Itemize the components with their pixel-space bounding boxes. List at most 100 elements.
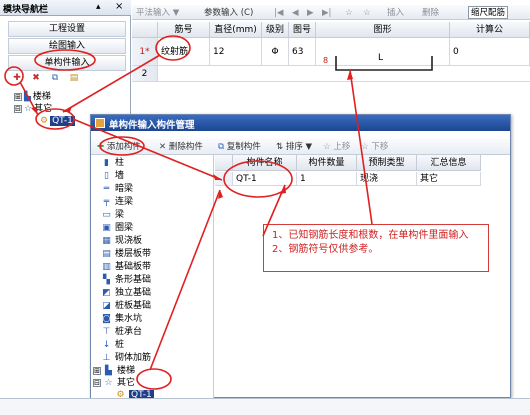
tree-node-isolated-foundation[interactable]: ◩ 独立基础: [101, 287, 151, 300]
stairs-icon: ▙: [24, 92, 31, 102]
tree-node-ring-beam[interactable]: ▣ 圈梁: [101, 222, 133, 235]
foundation-icon: ◩: [102, 288, 111, 298]
col-header-calc[interactable]: 计算公: [450, 22, 530, 38]
star-icon[interactable]: ☆: [345, 7, 353, 19]
arrow-up-icon: ☆: [323, 142, 331, 152]
delete-button[interactable]: 删除: [422, 7, 439, 19]
close-icon[interactable]: ×: [115, 1, 123, 12]
tree-node-floor-strip[interactable]: ▤ 楼层板带: [101, 248, 151, 261]
col-header-shape-no[interactable]: 图号: [289, 22, 316, 38]
nav-button-drawing-input[interactable]: 绘图输入: [8, 38, 126, 54]
insert-button[interactable]: 插入: [387, 7, 404, 19]
next-record-button[interactable]: ▶: [307, 7, 314, 19]
column-icon: ▮: [104, 158, 109, 168]
nav-button-single-component-input[interactable]: 单构件输入: [8, 55, 126, 71]
tree-node-pile-cap[interactable]: ⊤ 桩承台: [101, 326, 142, 339]
cell-component-name[interactable]: QT-1: [233, 172, 297, 186]
row-header-2[interactable]: 2: [132, 66, 158, 82]
copy-component-button[interactable]: ⧉ 复制构件: [218, 141, 261, 153]
shape-drawing: 8 L: [320, 52, 448, 76]
tree-node-other[interactable]: ⊟ ☆ 其它: [14, 103, 52, 115]
beam-icon: ▣: [102, 223, 111, 233]
move-up-button[interactable]: ☆ 上移: [323, 141, 350, 153]
sort-icon: ⇅: [276, 142, 284, 152]
nav-toolbar: ✚ ✖ ⧉ ▤: [10, 72, 130, 86]
sort-button[interactable]: ⇅ 排序 ▼: [276, 141, 312, 153]
tree-node-sump[interactable]: ◙ 集水坑: [101, 313, 142, 326]
cell-grade[interactable]: Φ: [262, 38, 289, 66]
shape-dimension-length[interactable]: L: [378, 53, 383, 63]
col-header-shape[interactable]: 图形: [316, 22, 450, 38]
col-header-component-count[interactable]: 构件数量: [297, 155, 357, 171]
tree-node-column[interactable]: ▮ 柱: [101, 157, 124, 170]
cell-shape-no[interactable]: 63: [289, 38, 316, 66]
tree-node-beam[interactable]: ▭ 梁: [101, 209, 124, 222]
tree-node-foundation-strip[interactable]: ▥ 基础板带: [101, 261, 151, 274]
arrow-down-icon: ☆: [361, 142, 369, 152]
tree-node-stairs[interactable]: ⊞ ▙ 楼梯: [14, 91, 51, 103]
col-header-grade[interactable]: 级别: [262, 22, 289, 38]
cell-diameter[interactable]: 12: [210, 38, 262, 66]
tree-node-masonry-rebar[interactable]: ⊥ 砌体加筋: [101, 352, 151, 365]
dialog-title: 单构件输入构件管理: [109, 120, 195, 131]
move-down-button[interactable]: ☆ 下移: [361, 141, 388, 153]
copy-icon[interactable]: ⧉: [48, 72, 62, 84]
foundation-icon: ◪: [102, 301, 111, 311]
delete-icon[interactable]: ✖: [29, 72, 43, 84]
copy-icon: ⧉: [218, 142, 225, 152]
first-record-button[interactable]: |◀: [274, 7, 283, 19]
nav-button-project-settings[interactable]: 工程设置: [8, 21, 126, 37]
tree-node-pile[interactable]: ↓ 桩: [101, 339, 124, 352]
paste-icon[interactable]: ▤: [67, 72, 81, 84]
delete-component-button[interactable]: ✕ 删除构件: [159, 141, 203, 153]
component-type-tree: ▮ 柱 ▯ 墙 ═ 暗梁 ╤ 连梁 ▭ 梁 ▣ 圈梁 ▦ 现浇板 ▤ 楼层板带 ▥ 基础板带 ▚ 条…: [91, 155, 214, 400]
collapse-icon[interactable]: ⊟: [14, 104, 22, 113]
cell-bar-name[interactable]: 纹射筋: [158, 38, 210, 66]
cell-precast-type[interactable]: 现浇: [357, 172, 417, 186]
col-header-component-name[interactable]: 构件名称: [233, 155, 297, 171]
main-toolbar: 平法输入 ▼ 参数输入 (C) |◀ ◀ ▶ ▶| ☆ ☆ 插入 删除 缩尺配筋: [132, 5, 530, 20]
expand-icon[interactable]: ⊞: [14, 92, 22, 101]
dialog-app-icon: [95, 118, 105, 128]
tree-node-pile-raft-foundation[interactable]: ◪ 桩板基础: [101, 300, 151, 313]
add-component-button[interactable]: ✚ 添加构件: [97, 141, 141, 153]
tree-node-wall[interactable]: ▯ 墙: [101, 170, 124, 183]
component-table: 构件名称 构件数量 预制类型 汇总信息 QT-1 1 现浇 其它: [215, 155, 510, 398]
flat-input-button[interactable]: 平法输入 ▼: [136, 7, 179, 19]
prev-record-button[interactable]: ◀: [292, 7, 299, 19]
row-header-1[interactable]: 1*: [132, 38, 158, 66]
tree-node-hidden-beam[interactable]: ═ 暗梁: [101, 183, 133, 196]
pin-icon[interactable]: ▴: [96, 2, 101, 12]
grid-corner: [132, 22, 158, 38]
last-record-button[interactable]: ▶|: [322, 7, 331, 19]
annotation-line-1: 1、已知钢筋长度和根数，在单构件里面输入: [272, 230, 469, 241]
shape-dimension-left[interactable]: 8: [323, 56, 328, 65]
tree-node-strip-foundation[interactable]: ▚ 条形基础: [101, 274, 151, 287]
scale-reinforcement-button[interactable]: 缩尺配筋: [468, 6, 509, 19]
tree-node-cast-slab[interactable]: ▦ 现浇板: [101, 235, 142, 248]
cell-component-count[interactable]: 1: [297, 172, 357, 186]
dialog-title-bar: 单构件输入构件管理: [91, 115, 510, 131]
col-header-bar-number[interactable]: 筋号: [158, 22, 210, 38]
param-input-button[interactable]: 参数输入 (C): [204, 7, 253, 19]
pile-icon: ↓: [102, 340, 111, 350]
hook-shape-svg: [335, 56, 433, 71]
tree-node-coupling-beam[interactable]: ╤ 连梁: [101, 196, 133, 209]
col-header-summary-info[interactable]: 汇总信息: [417, 155, 481, 171]
tree-node-qt1[interactable]: ⚙ QT-1: [40, 115, 75, 127]
expand-icon[interactable]: ⊞: [93, 367, 101, 375]
foundation-icon: ▚: [103, 275, 110, 285]
cell-summary-info[interactable]: 其它: [417, 172, 481, 186]
collapse-icon[interactable]: ⊟: [93, 379, 101, 387]
star-icon[interactable]: ☆: [363, 7, 371, 19]
add-icon[interactable]: ✚: [10, 72, 24, 84]
slab-icon: ▦: [102, 236, 111, 246]
beam-icon: ╤: [103, 197, 110, 207]
col-header-precast-type[interactable]: 预制类型: [357, 155, 417, 171]
col-header-diameter[interactable]: 直径(mm): [210, 22, 262, 38]
cell-calc[interactable]: 0: [450, 38, 530, 66]
row-header[interactable]: [215, 172, 233, 186]
pile-cap-icon: ⊤: [102, 327, 111, 337]
delete-icon: ✕: [159, 142, 167, 152]
beam-icon: ═: [103, 184, 110, 194]
